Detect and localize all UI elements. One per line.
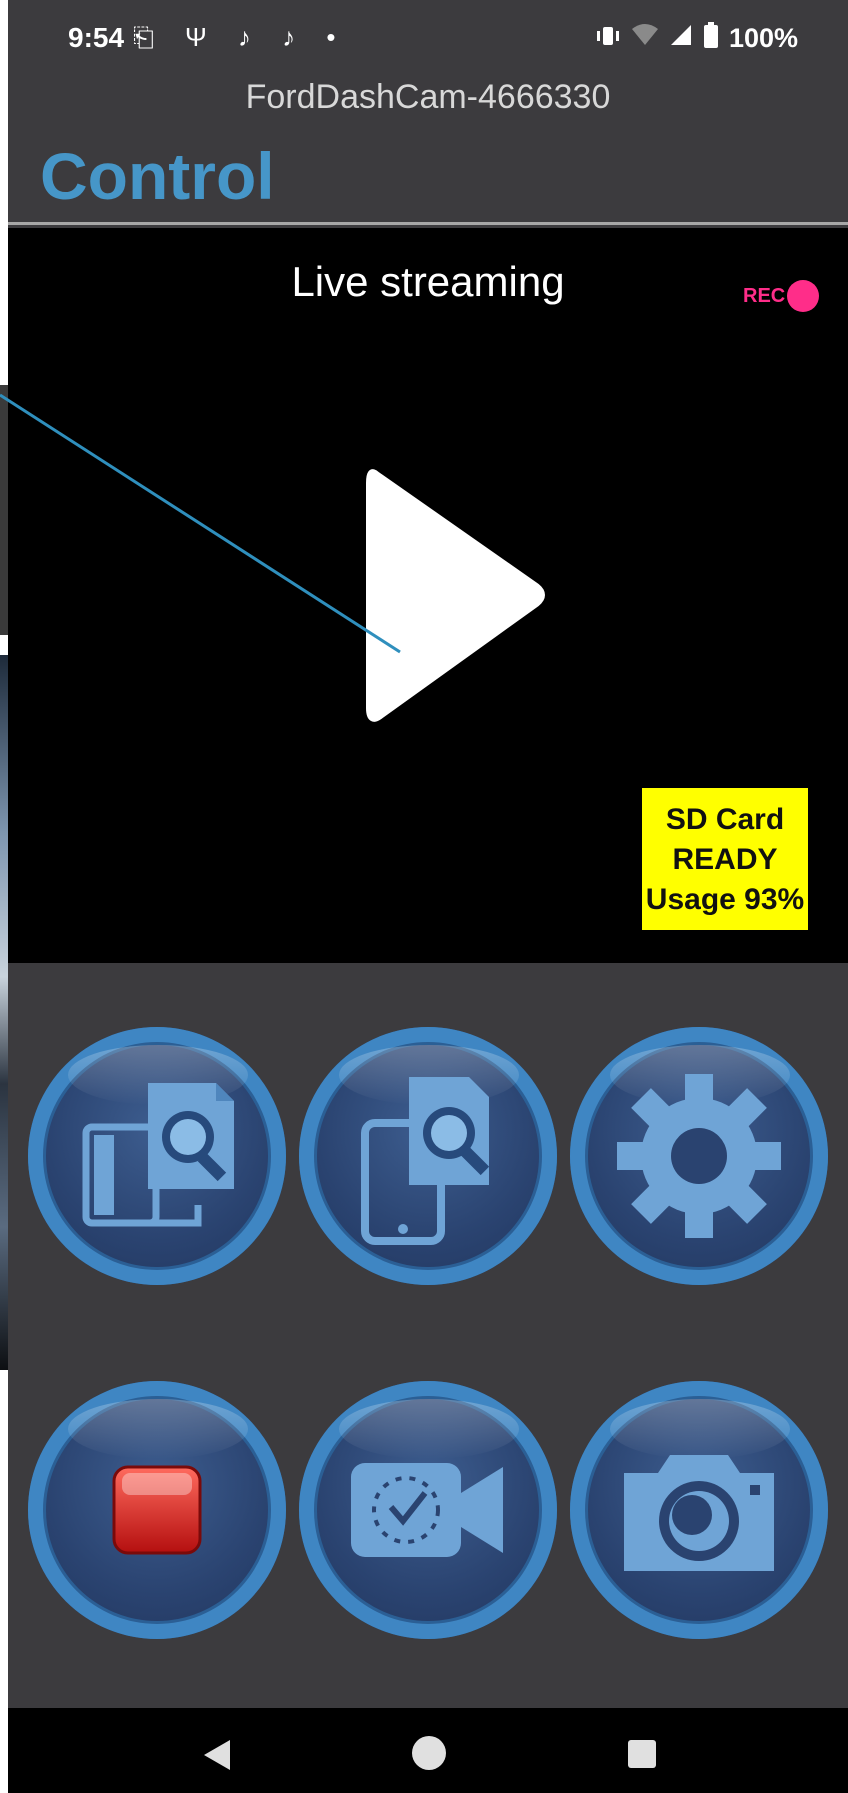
status-right-group: 100% xyxy=(595,22,798,55)
timelapse-video-icon xyxy=(351,1463,503,1557)
title-divider xyxy=(8,222,848,225)
stop-record-icon xyxy=(112,1465,202,1555)
live-streaming-label: Live streaming xyxy=(291,258,565,305)
camera-icon xyxy=(624,1455,774,1571)
background-screenshot xyxy=(0,0,8,1793)
status-bar: 9:54 ⎗ Ψ ♪ ♪ • 100% xyxy=(8,0,848,70)
control-button-grid xyxy=(8,963,848,1708)
sd-card-files-button[interactable] xyxy=(28,1027,286,1285)
live-video-view[interactable]: Live streaming REC SD Card READY Usage 9… xyxy=(8,228,848,963)
rec-dot-icon xyxy=(787,280,820,312)
status-time: 9:54 xyxy=(68,22,125,53)
home-icon[interactable] xyxy=(410,1734,448,1772)
rec-label: REC xyxy=(743,284,786,307)
timelapse-video-button[interactable] xyxy=(299,1381,557,1639)
play-icon[interactable] xyxy=(358,463,548,728)
signal-icon xyxy=(669,23,693,54)
battery-icon xyxy=(703,22,719,55)
gear-icon xyxy=(617,1074,781,1238)
sd-card-browse-icon xyxy=(82,1083,234,1227)
phone-screen: 9:54 ⎗ Ψ ♪ ♪ • 100% FordDashCam-4666330 … xyxy=(8,0,848,1793)
battery-percent: 100% xyxy=(728,23,798,53)
wifi-icon xyxy=(631,23,659,54)
sd-card-line2: READY xyxy=(672,843,778,876)
vibrate-icon xyxy=(595,23,621,54)
sd-card-status-badge: SD Card READY Usage 93% xyxy=(642,788,808,930)
sd-card-line3: Usage 93% xyxy=(645,883,805,916)
status-notification-icons: ⎗ Ψ ♪ ♪ • xyxy=(133,22,348,52)
sd-card-line1: SD Card xyxy=(665,803,785,836)
rec-indicator: REC xyxy=(743,280,820,312)
system-nav-bar xyxy=(8,1708,848,1793)
device-name: FordDashCam-4666330 xyxy=(245,78,611,116)
back-icon[interactable] xyxy=(200,1738,234,1772)
background-strip-top xyxy=(0,385,8,635)
recents-icon[interactable] xyxy=(626,1738,658,1770)
page-title: Control xyxy=(40,139,275,213)
stop-recording-button[interactable] xyxy=(28,1381,286,1639)
take-photo-button[interactable] xyxy=(570,1381,828,1639)
background-strip-photo xyxy=(0,655,8,1370)
phone-files-button[interactable] xyxy=(299,1027,557,1285)
settings-button[interactable] xyxy=(570,1027,828,1285)
phone-browse-icon xyxy=(361,1077,490,1245)
